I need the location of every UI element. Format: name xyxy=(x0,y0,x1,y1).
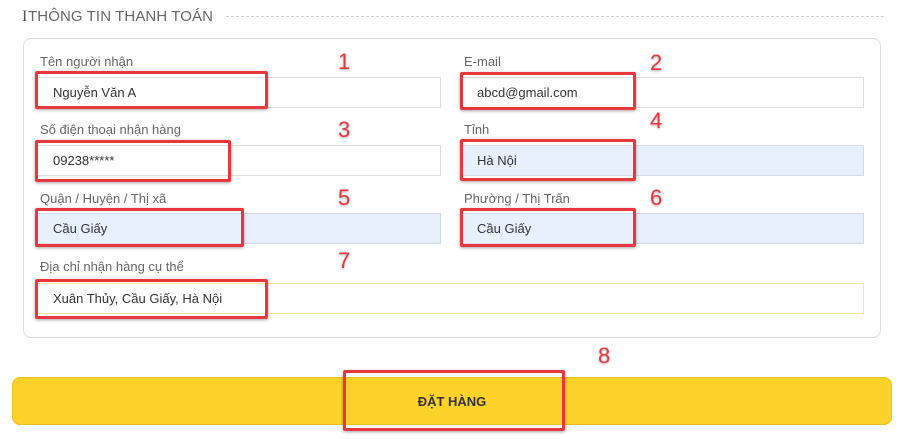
province-label: Tỉnh xyxy=(464,122,490,137)
section-divider xyxy=(226,16,884,17)
province-select[interactable]: Hà Nội xyxy=(460,145,864,176)
ward-select[interactable]: Cầu Giấy xyxy=(460,213,864,244)
district-select[interactable]: Cầu Giấy xyxy=(36,213,441,244)
annotation-number-7: 7 xyxy=(338,248,351,273)
annotation-number-3: 3 xyxy=(338,117,351,142)
email-input[interactable]: abcd@gmail.com xyxy=(460,77,864,108)
district-label: Quận / Huyện / Thị xã xyxy=(40,191,167,206)
email-label: E-mail xyxy=(464,54,501,69)
place-order-button[interactable]: ĐẶT HÀNG xyxy=(12,377,892,425)
receiver-name-input[interactable]: Nguyễn Văn A xyxy=(36,77,441,108)
annotation-number-6: 6 xyxy=(650,185,663,210)
address-label: Địa chỉ nhận hàng cụ thể xyxy=(40,259,184,274)
annotation-number-4: 4 xyxy=(650,108,663,133)
address-input[interactable]: Xuân Thủy, Cầu Giấy, Hà Nội xyxy=(36,283,864,314)
ward-label: Phường / Thị Trấn xyxy=(464,191,570,206)
annotation-number-1: 1 xyxy=(338,49,351,74)
annotation-number-8: 8 xyxy=(598,343,611,368)
text-cursor-icon: I xyxy=(22,8,28,25)
receiver-name-label: Tên người nhận xyxy=(40,54,134,69)
phone-input[interactable]: 09238***** xyxy=(36,145,441,176)
annotation-number-5: 5 xyxy=(338,185,351,210)
phone-label: Số điện thoại nhận hàng xyxy=(40,122,181,137)
section-header: I THÔNG TIN THANH TOÁN xyxy=(22,7,884,27)
section-title: THÔNG TIN THANH TOÁN xyxy=(28,8,214,25)
annotation-number-2: 2 xyxy=(650,50,663,75)
